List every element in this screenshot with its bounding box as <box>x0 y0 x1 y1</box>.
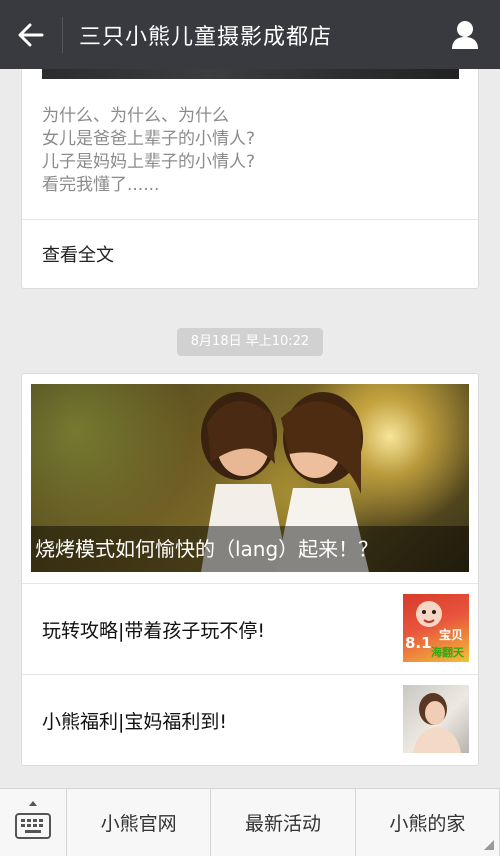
list-item[interactable]: 小熊福利|宝妈福利到! <box>22 675 478 765</box>
keyboard-icon <box>15 813 51 839</box>
keyboard-toggle-button[interactable] <box>0 789 67 856</box>
profile-button[interactable] <box>430 0 500 69</box>
thumb-text-top: 宝贝 <box>439 628 464 642</box>
card-divider <box>22 219 478 220</box>
list-item-title: 小熊福利|宝妈福利到! <box>42 711 228 733</box>
bottom-menu-bar: 小熊官网 最新活动 小熊的家 <box>0 788 500 856</box>
caret-up-icon <box>29 801 37 806</box>
read-more-link[interactable]: 查看全文 <box>42 241 114 267</box>
hero-caption: 烧烤模式如何愉快的（lang）起来！？ <box>31 526 469 572</box>
list-item-thumbnail: 8.1 宝贝 海翻天 <box>403 594 469 662</box>
article-card-previous[interactable]: 为什么、为什么、为什么 女儿是爸爸上辈子的小情人? 儿子是妈妈上辈子的小情人? … <box>21 56 479 289</box>
page-title: 三只小熊儿童摄影成都店 <box>79 24 333 50</box>
summary-line: 女儿是爸爸上辈子的小情人? <box>42 129 256 149</box>
thumb-text-num: 8.1 <box>405 634 432 652</box>
menu-item-bear-home[interactable]: 小熊的家 <box>356 789 500 856</box>
timestamp-badge: 8月18日 早上10:22 <box>177 328 323 356</box>
menu-item-latest-events[interactable]: 最新活动 <box>211 789 356 856</box>
summary-line: 为什么、为什么、为什么 <box>42 106 229 126</box>
menu-item-official-site[interactable]: 小熊官网 <box>67 789 212 856</box>
top-bar: 三只小熊儿童摄影成都店 <box>0 0 500 69</box>
list-item[interactable]: 玩转攻略|带着孩子玩不停! 8.1 宝贝 海翻天 <box>22 584 478 674</box>
summary-line: 看完我懂了...... <box>42 175 160 195</box>
person-icon <box>452 20 478 49</box>
news-card: 烧烤模式如何愉快的（lang）起来！？ 玩转攻略|带着孩子玩不停! 8.1 宝贝… <box>21 373 479 766</box>
thumb-text-bottom: 海翻天 <box>431 646 464 659</box>
article-summary: 为什么、为什么、为什么 女儿是爸爸上辈子的小情人? 儿子是妈妈上辈子的小情人? … <box>42 105 462 197</box>
resize-corner-icon <box>484 840 494 850</box>
arrow-left-icon <box>18 23 44 46</box>
back-button[interactable] <box>0 0 62 69</box>
list-item-thumbnail <box>403 685 469 753</box>
summary-line: 儿子是妈妈上辈子的小情人? <box>42 152 256 172</box>
list-item-title: 玩转攻略|带着孩子玩不停! <box>42 620 266 642</box>
hero-article[interactable]: 烧烤模式如何愉快的（lang）起来！？ <box>31 384 469 572</box>
